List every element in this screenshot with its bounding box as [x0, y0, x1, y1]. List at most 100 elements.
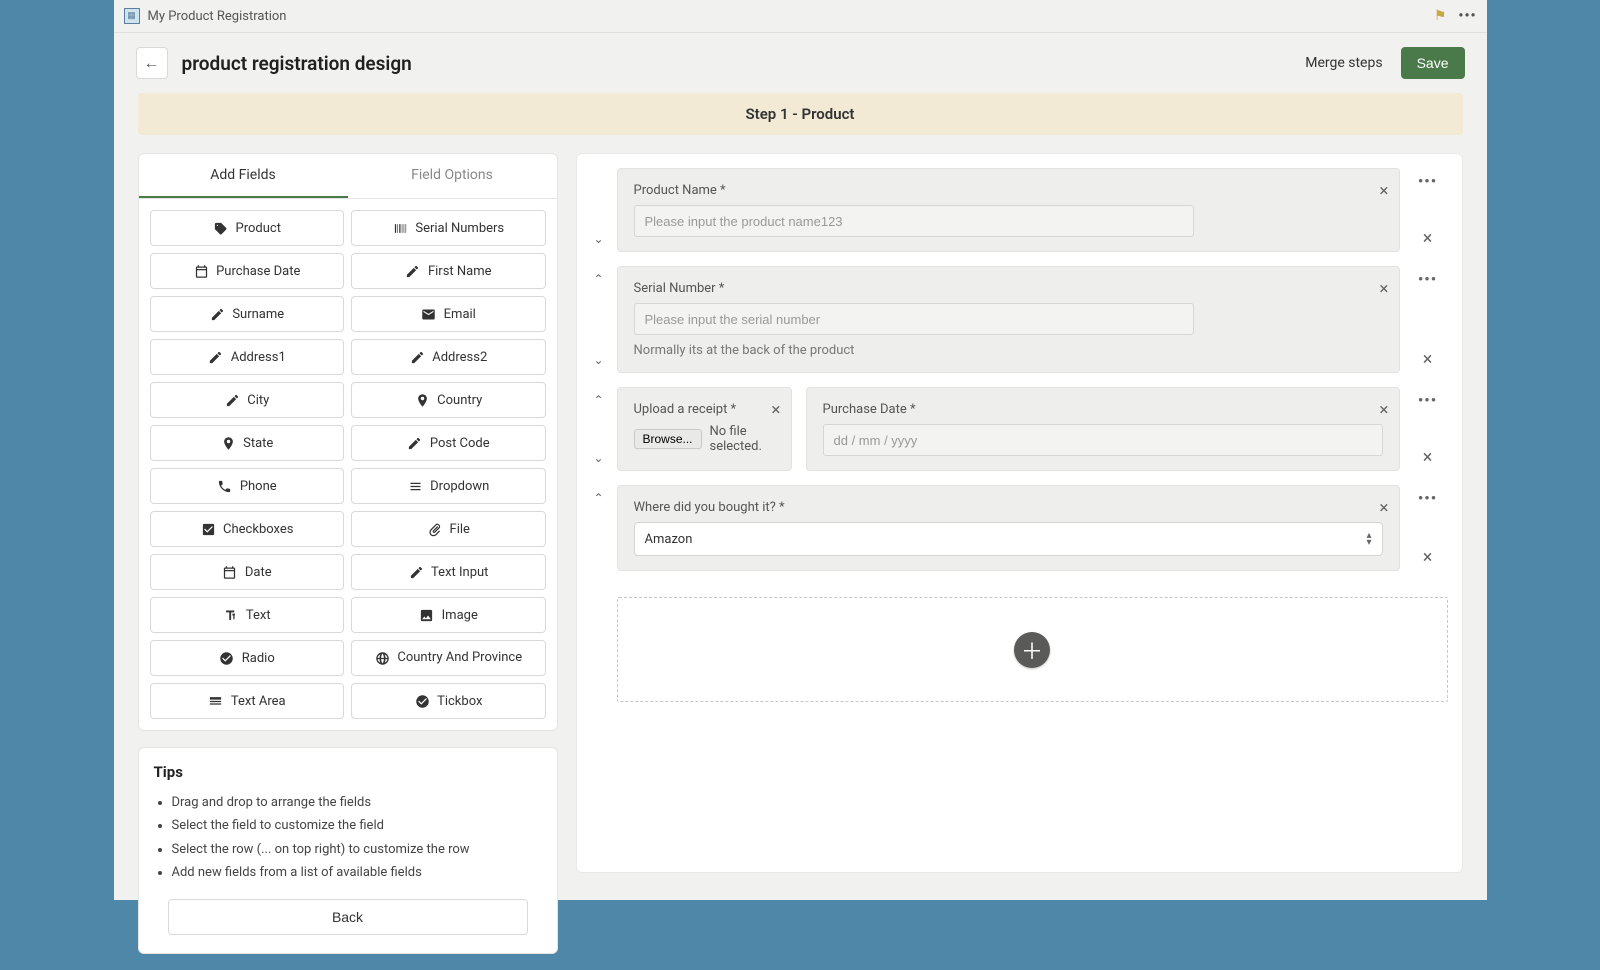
app-icon: ▦ — [124, 8, 140, 24]
where-bought-select[interactable]: Amazon ▴▾ — [634, 522, 1383, 556]
field-address2[interactable]: Address2 — [351, 339, 546, 375]
row-remove-icon[interactable]: × — [1423, 351, 1433, 369]
merge-steps-link[interactable]: Merge steps — [1305, 55, 1382, 71]
remove-field-icon[interactable]: × — [771, 402, 780, 419]
page-header: ← product registration design Merge step… — [114, 33, 1487, 93]
remove-field-icon[interactable]: × — [1379, 500, 1388, 517]
plus-icon: ＋ — [1021, 634, 1043, 666]
field-surname[interactable]: Surname — [150, 296, 345, 332]
serial-number-card[interactable]: × Serial Number * Normally its at the ba… — [617, 266, 1400, 373]
titlebar-more-icon[interactable]: ••• — [1458, 8, 1476, 24]
row-arrows: ⌃ ⌄ — [587, 387, 611, 471]
mail-icon — [421, 307, 437, 322]
row-actions: ••• × — [1408, 266, 1448, 373]
remove-field-icon[interactable]: × — [1379, 281, 1388, 298]
browse-button[interactable]: Browse... — [634, 429, 702, 449]
field-post-code[interactable]: Post Code — [351, 425, 546, 461]
radio-icon — [219, 651, 235, 666]
row-more-icon[interactable]: ••• — [1418, 391, 1437, 409]
field-dropdown[interactable]: Dropdown — [351, 468, 546, 504]
tips-back-button[interactable]: Back — [168, 899, 528, 935]
page-title: product registration design — [182, 52, 412, 75]
select-arrows-icon: ▴▾ — [1366, 532, 1371, 546]
save-button[interactable]: Save — [1401, 47, 1465, 79]
select-value: Amazon — [645, 532, 693, 547]
move-down-icon[interactable]: ⌄ — [587, 353, 611, 367]
tips-item: Add new fields from a list of available … — [172, 861, 542, 884]
field-text[interactable]: Text — [150, 597, 345, 633]
app-window: ▦ My Product Registration ⚑ ••• ← produc… — [114, 0, 1487, 900]
remove-field-icon[interactable]: × — [1379, 183, 1388, 200]
barcode-icon — [392, 221, 408, 236]
field-country-and-province[interactable]: Country And Province — [351, 640, 546, 676]
field-file[interactable]: File — [351, 511, 546, 547]
purchase-date-card[interactable]: × Purchase Date * — [806, 387, 1400, 471]
list-icon — [407, 479, 423, 494]
move-up-icon[interactable]: ⌃ — [587, 272, 611, 286]
field-product[interactable]: Product — [150, 210, 345, 246]
pin-icon[interactable]: ⚑ — [1434, 8, 1447, 24]
field-label: Product Name * — [634, 183, 1383, 198]
add-field-button[interactable]: ＋ — [1014, 632, 1050, 668]
fields-panel: Add Fields Field Options Product Serial … — [138, 153, 558, 731]
form-row: ⌃ ⌄ × Product Name * ••• × — [617, 168, 1448, 252]
row-actions: ••• × — [1408, 387, 1448, 471]
field-phone[interactable]: Phone — [150, 468, 345, 504]
move-up-icon[interactable]: ⌃ — [587, 393, 611, 407]
step-banner: Step 1 - Product — [138, 93, 1463, 135]
row-remove-icon[interactable]: × — [1423, 449, 1433, 467]
field-email[interactable]: Email — [351, 296, 546, 332]
field-purchase-date[interactable]: Purchase Date — [150, 253, 345, 289]
where-bought-card[interactable]: × Where did you bought it? * Amazon ▴▾ — [617, 485, 1400, 571]
tab-add-fields[interactable]: Add Fields — [139, 154, 348, 198]
field-image[interactable]: Image — [351, 597, 546, 633]
calendar-icon — [193, 264, 209, 279]
move-up-icon[interactable]: ⌃ — [587, 491, 611, 505]
row-more-icon[interactable]: ••• — [1418, 270, 1437, 288]
field-text-input[interactable]: Text Input — [351, 554, 546, 590]
remove-field-icon[interactable]: × — [1379, 402, 1388, 419]
field-checkboxes[interactable]: Checkboxes — [150, 511, 345, 547]
app-title: My Product Registration — [148, 9, 287, 24]
location-icon — [414, 393, 430, 408]
field-country[interactable]: Country — [351, 382, 546, 418]
form-row: ⌃ ⌄ × Where did you bought it? * Amazon … — [617, 485, 1448, 571]
row-arrows: ⌃ ⌄ — [587, 168, 611, 252]
image-icon — [419, 608, 435, 623]
field-tickbox[interactable]: Tickbox — [351, 683, 546, 719]
row-more-icon[interactable]: ••• — [1418, 172, 1437, 190]
product-name-input[interactable] — [634, 205, 1194, 237]
field-label: Upload a receipt * — [634, 402, 775, 417]
row-remove-icon[interactable]: × — [1423, 549, 1433, 567]
purchase-date-input[interactable] — [823, 424, 1383, 456]
product-name-card[interactable]: × Product Name * — [617, 168, 1400, 252]
upload-receipt-card[interactable]: × Upload a receipt * Browse... No file s… — [617, 387, 792, 471]
serial-number-input[interactable] — [634, 303, 1194, 335]
field-city[interactable]: City — [150, 382, 345, 418]
tab-field-options[interactable]: Field Options — [348, 154, 557, 198]
panel-tabs: Add Fields Field Options — [139, 154, 557, 199]
field-radio[interactable]: Radio — [150, 640, 345, 676]
field-first-name[interactable]: First Name — [351, 253, 546, 289]
field-label: Purchase Date * — [823, 402, 1383, 417]
back-arrow-button[interactable]: ← — [136, 47, 168, 79]
field-state[interactable]: State — [150, 425, 345, 461]
move-down-icon[interactable]: ⌄ — [587, 451, 611, 465]
field-hint: Normally its at the back of the product — [634, 343, 1383, 358]
field-date[interactable]: Date — [150, 554, 345, 590]
field-label: Where did you bought it? * — [634, 500, 1383, 515]
calendar-icon — [222, 565, 238, 580]
field-text-area[interactable]: Text Area — [150, 683, 345, 719]
field-address1[interactable]: Address1 — [150, 339, 345, 375]
tips-item: Select the field to customize the field — [172, 814, 542, 837]
attachment-icon — [427, 522, 443, 537]
pencil-icon — [407, 436, 423, 451]
row-actions: ••• × — [1408, 168, 1448, 252]
move-down-icon[interactable]: ⌄ — [587, 232, 611, 246]
add-field-dropzone[interactable]: ＋ — [617, 597, 1448, 702]
right-column: ⌃ ⌄ × Product Name * ••• × — [576, 153, 1463, 873]
field-serial-numbers[interactable]: Serial Numbers — [351, 210, 546, 246]
tag-icon — [213, 221, 229, 236]
row-remove-icon[interactable]: × — [1423, 230, 1433, 248]
row-more-icon[interactable]: ••• — [1418, 489, 1437, 507]
